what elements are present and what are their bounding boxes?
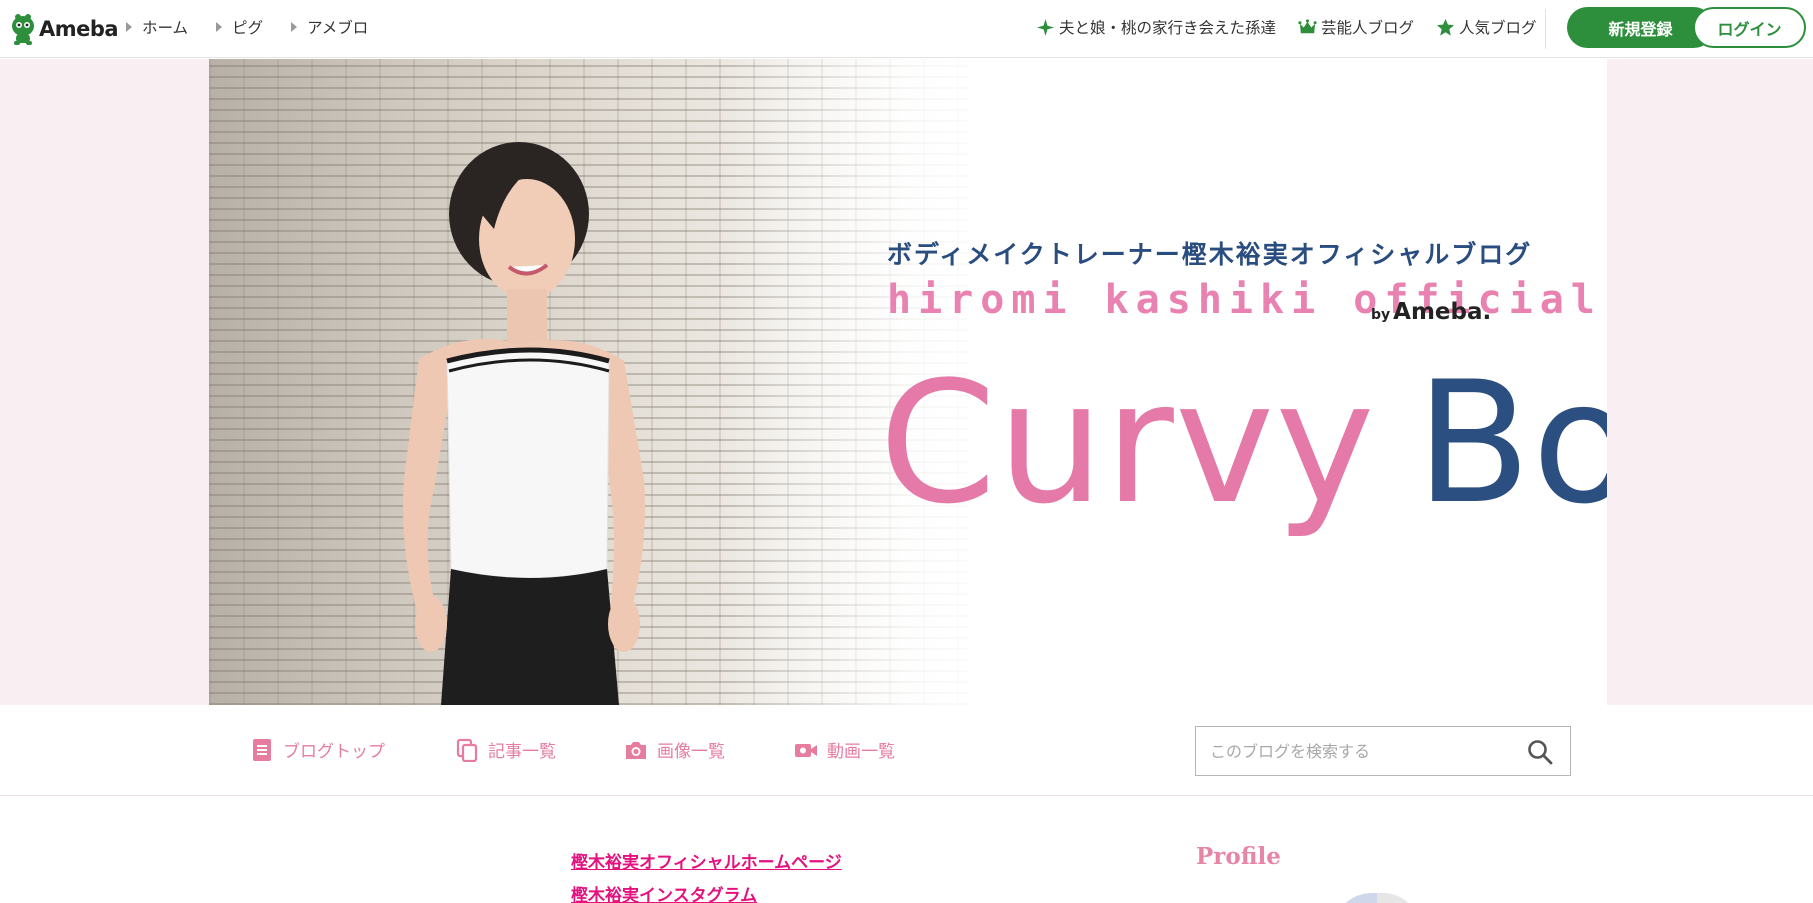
banner-title-part1: Curvy	[879, 345, 1376, 541]
featured-blog-link[interactable]: 夫と娘・桃の家行き会えた孫達	[1036, 16, 1276, 38]
search-icon[interactable]	[1526, 738, 1554, 766]
blog-search-box	[1195, 726, 1571, 776]
ameba-logo[interactable]: Ameba	[10, 12, 119, 46]
blog-header-banner[interactable]: ボディメイクトレーナー樫木裕実オフィシャルブログ hiromi kashiki …	[209, 59, 1607, 705]
avatar[interactable]	[1332, 893, 1422, 903]
nav-ameblo[interactable]: アメブロ	[291, 16, 368, 38]
blog-search-input[interactable]	[1196, 727, 1516, 775]
banner-subtitle-jp: ボディメイクトレーナー樫木裕実オフィシャルブログ	[887, 240, 1533, 269]
nav-home-label: ホーム	[142, 19, 189, 37]
header-divider	[1545, 9, 1546, 49]
triangle-right-icon	[216, 22, 223, 32]
subnav-article-list-label: 記事一覧	[488, 742, 556, 762]
by-brand: Ameba.	[1393, 299, 1492, 325]
triangle-right-icon	[291, 22, 298, 32]
featured-blog-label: 夫と娘・桃の家行き会えた孫達	[1059, 19, 1277, 37]
register-button[interactable]: 新規登録	[1567, 7, 1714, 48]
banner-title: CurvyBody	[879, 359, 1607, 527]
featured-links: 夫と娘・桃の家行き会えた孫達 芸能人ブログ 人気ブログ	[1036, 16, 1559, 38]
banner-title-part2: Body	[1415, 345, 1607, 541]
banner-subtitle-en: hiromi kashiki official blog	[887, 277, 1607, 323]
main-links: 樫木裕実オフィシャルホームページ 樫木裕実インスタグラム	[571, 848, 842, 903]
profile-heading: Profile	[1196, 843, 1281, 870]
banner-by-ameba: by Ameba.	[1371, 299, 1491, 325]
subnav-video-list-label: 動画一覧	[827, 742, 895, 762]
camera-icon	[626, 741, 646, 759]
subnav-blog-top[interactable]: ブログトップ	[250, 737, 385, 762]
subnav-video-list[interactable]: 動画一覧	[794, 737, 895, 762]
document-icon	[253, 738, 271, 761]
subnav-image-list-label: 画像一覧	[657, 742, 725, 762]
subnav-image-list[interactable]: 画像一覧	[624, 737, 725, 762]
subnav-blog-top-label: ブログトップ	[283, 742, 385, 762]
global-nav: ホーム ピグ アメブロ	[126, 16, 396, 38]
official-homepage-link[interactable]: 樫木裕実オフィシャルホームページ	[571, 848, 842, 873]
celebrity-blog-label: 芸能人ブログ	[1321, 19, 1415, 37]
global-header: Ameba ホーム ピグ アメブロ 夫と娘・桃の家行き会えた孫達 芸能人ブログ …	[0, 0, 1813, 58]
trainer-photo	[403, 142, 645, 705]
subnav-article-list[interactable]: 記事一覧	[455, 737, 556, 762]
instagram-link[interactable]: 樫木裕実インスタグラム	[571, 881, 842, 903]
sparkle-icon	[1036, 18, 1055, 36]
video-icon	[795, 743, 817, 757]
blog-subnav: ブログトップ 記事一覧 画像一覧 動画一覧	[0, 706, 1813, 796]
triangle-right-icon	[126, 22, 132, 32]
ameba-mascot-icon	[12, 14, 34, 45]
by-prefix: by	[1371, 307, 1391, 323]
login-button[interactable]: ログイン	[1693, 7, 1806, 48]
nav-pigg-label: ピグ	[232, 19, 264, 37]
celebrity-blog-link[interactable]: 芸能人ブログ	[1298, 16, 1414, 38]
popular-blog-link[interactable]: 人気ブログ	[1436, 16, 1537, 38]
nav-home[interactable]: ホーム	[126, 16, 188, 38]
nav-pigg[interactable]: ピグ	[216, 16, 263, 38]
star-icon	[1436, 18, 1455, 36]
popular-blog-label: 人気ブログ	[1459, 19, 1537, 37]
logo-text: Ameba	[39, 17, 119, 41]
crown-icon	[1298, 18, 1317, 33]
copy-icon	[456, 738, 478, 762]
nav-ameblo-label: アメブロ	[307, 19, 369, 37]
